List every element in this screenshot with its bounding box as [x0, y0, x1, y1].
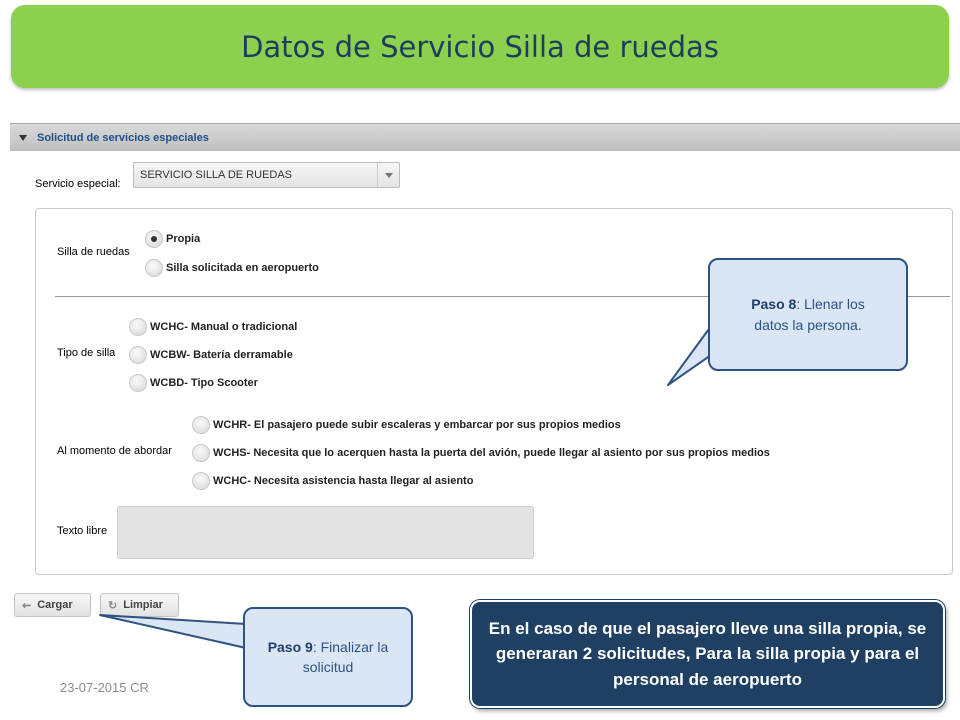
callout-step9: Paso 9: Finalizar la solicitud — [243, 607, 413, 707]
callout-step9-pointer — [99, 614, 247, 649]
callout-step8: Paso 8: Llenar los datos la persona. — [708, 258, 908, 371]
callout-step9-text: : Finalizar la solicitud — [302, 638, 389, 675]
footer-date: 23-07-2015 CR — [60, 680, 149, 695]
note-box: En el caso de que el pasajero lleve una … — [470, 600, 945, 708]
callout-step9-step: Paso 9 — [267, 638, 313, 655]
callout-step8-step: Paso 8 — [751, 296, 797, 313]
